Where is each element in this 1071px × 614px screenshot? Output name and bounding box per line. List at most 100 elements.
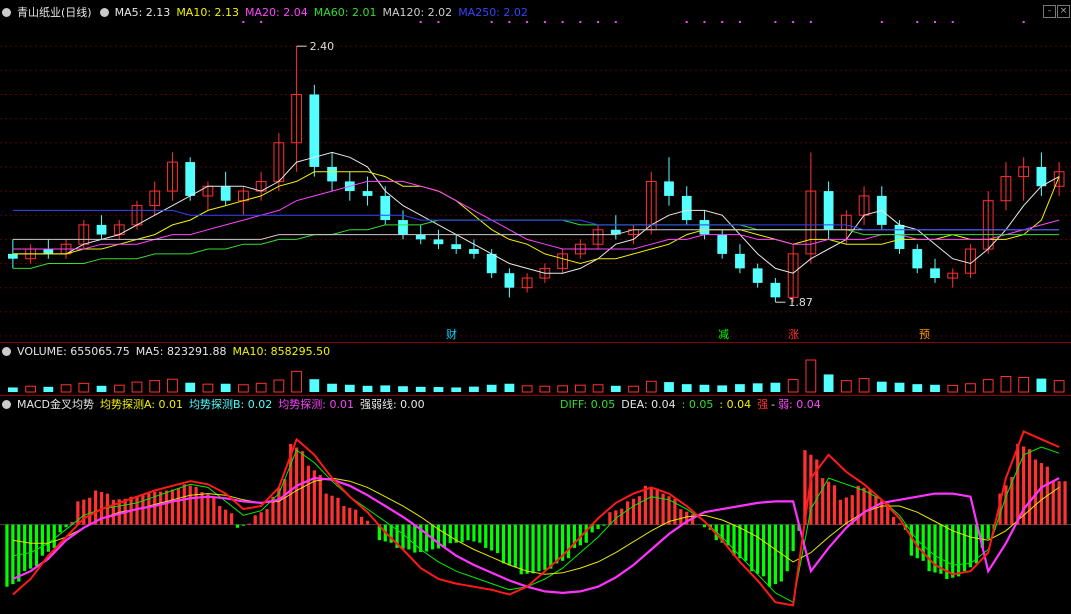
volume-bar	[43, 386, 54, 392]
candle-body-down	[398, 220, 408, 235]
candle-body-down	[380, 195, 391, 221]
volume-bar	[60, 384, 72, 393]
volume-bar	[273, 379, 285, 393]
volume-bar	[539, 385, 551, 393]
volume-bar	[327, 383, 337, 392]
ma20-value: MA20: 2.04	[245, 6, 308, 19]
event-tag-forecast[interactable]: 预	[918, 328, 931, 342]
volume-bar	[858, 378, 870, 393]
volume-value: VOLUME: 655065.75	[17, 345, 130, 358]
event-tag-reduce[interactable]: 减	[717, 328, 730, 342]
high-price-label: 2.40	[310, 40, 335, 53]
volume-bar	[185, 382, 196, 392]
candle-body-down	[823, 191, 834, 230]
close-button[interactable]: ×	[1057, 5, 1070, 18]
candle-body-down	[362, 191, 373, 196]
volume-ma5: MA5: 823291.88	[135, 345, 227, 358]
candle-body-down	[96, 224, 107, 235]
macd-name: MACD金叉均势	[17, 398, 94, 411]
signal-dot	[685, 21, 688, 23]
volume-bar	[415, 386, 426, 392]
signal-dot	[526, 21, 529, 23]
signal-dot	[260, 21, 263, 23]
probe-c: 均势探测: 0.01	[278, 398, 354, 411]
event-tag-limit-up[interactable]: 涨	[787, 328, 800, 342]
candle-body-down	[327, 166, 337, 182]
probe-b: 均势探测B: 0.02	[189, 398, 273, 411]
volume-bar	[557, 385, 568, 393]
volume-bar	[362, 385, 373, 392]
volume-bar	[78, 382, 90, 393]
ma10-value: MA10: 2.13	[176, 6, 240, 19]
volume-bar	[344, 384, 355, 392]
volume-bar	[1000, 376, 1012, 393]
volume-bar	[930, 384, 940, 392]
signal-dot	[543, 21, 546, 23]
signal-dot	[774, 21, 777, 23]
candle-body-down	[717, 234, 728, 254]
volume-ma10: MA10: 858295.50	[232, 345, 331, 358]
strong-weak-sep: -	[771, 398, 776, 411]
chart-canvas[interactable]: 2.40 1.87	[0, 0, 1071, 614]
signal-dot	[242, 21, 245, 23]
candle-body-down	[504, 273, 515, 288]
candle-body-down	[930, 268, 940, 279]
volume-bar	[25, 385, 36, 393]
volume-dot-icon[interactable]	[2, 347, 11, 356]
candle-body-down	[735, 253, 745, 269]
volume-bar	[398, 386, 408, 392]
volume-bar	[876, 381, 887, 392]
candle-body-down	[415, 234, 426, 240]
candle-body-down	[7, 253, 18, 259]
volume-bar	[574, 384, 586, 393]
volume-bar	[486, 384, 497, 392]
volume-bar	[451, 387, 462, 392]
volume-bar	[469, 386, 479, 392]
volume-bar	[504, 383, 515, 392]
macd-dot-icon[interactable]	[2, 400, 11, 409]
macd-header: MACD金叉均势 均势探测A: 0.01 均势探测B: 0.02 均势探测: 0.01…	[2, 397, 431, 413]
event-tag-finance[interactable]: 财	[445, 328, 458, 342]
volume-bar	[309, 379, 320, 392]
volume-bar	[823, 374, 834, 392]
settings-dot-icon[interactable]	[99, 8, 109, 17]
volume-bar	[787, 379, 799, 393]
volume-bar	[7, 387, 18, 392]
macd-header-right: DIFF: 0.05 DEA: 0.04: 0.05: 0.04 强 - 弱: 0.04	[560, 397, 827, 413]
signal-dot	[1022, 21, 1025, 23]
signal-dot	[508, 21, 511, 23]
candle-body-down	[185, 162, 196, 196]
ma-line-ma5	[12, 151, 1060, 274]
ma5-value: MA5: 2.13	[114, 6, 171, 19]
indicator-dot-icon[interactable]	[2, 8, 11, 17]
macd-extra-1: : 0.05	[681, 398, 714, 411]
volume-bar	[380, 385, 391, 392]
candle-body-down	[681, 195, 692, 221]
volume-bar	[433, 387, 444, 392]
volume-bar	[894, 382, 905, 392]
volume-bar	[982, 379, 994, 393]
minimize-button[interactable]: -	[1043, 5, 1056, 18]
volume-bar	[770, 382, 781, 392]
ma250-value: MA250: 2.02	[458, 6, 528, 19]
volume-bar	[167, 378, 178, 393]
volume-bar	[1018, 377, 1030, 393]
probe-a: 均势探测A: 0.01	[99, 398, 184, 411]
candle-body-down	[752, 268, 763, 283]
signal-dot	[880, 21, 883, 23]
volume-bar	[664, 382, 674, 392]
strong-label: 强	[757, 398, 769, 411]
volume-bar	[735, 384, 745, 392]
candle-body-down	[43, 249, 54, 254]
candle-body-down	[699, 220, 710, 235]
candle-body-down	[220, 186, 231, 201]
strength-line: 强弱线: 0.00	[359, 398, 425, 411]
volume-bar	[752, 383, 763, 392]
ma60-value: MA60: 2.01	[313, 6, 377, 19]
volume-bar	[965, 383, 976, 393]
volume-bar	[645, 380, 657, 393]
candle-body-down	[894, 224, 905, 250]
signal-dot	[792, 21, 795, 23]
candle-body-down	[451, 244, 462, 250]
volume-bar	[131, 381, 143, 393]
